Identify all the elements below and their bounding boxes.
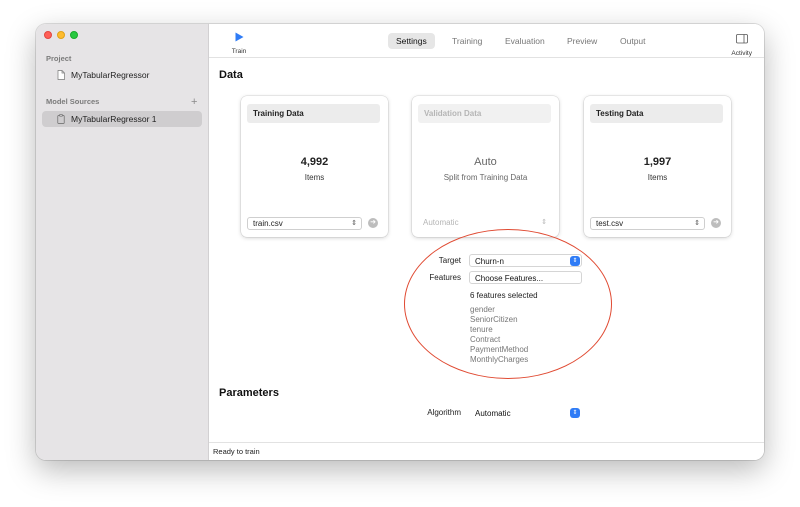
play-icon [235,32,244,42]
selected-option: Automatic [423,218,459,227]
model-sources-header: Model Sources [46,97,100,106]
train-label: Train [231,48,247,55]
project-header: Project [46,54,72,63]
feature-item: SeniorCitizen [470,315,518,324]
add-source-button[interactable]: + [191,96,197,108]
card-title: Testing Data [590,104,723,123]
chevron-updown-icon: ⇕ [351,220,357,227]
tab-training[interactable]: Training [444,33,490,49]
card-title: Validation Data [418,104,551,123]
arrow-right-circle-icon[interactable]: ➜ [368,218,378,228]
algorithm-value: Automatic [475,409,511,418]
features-selected-count: 6 features selected [470,291,538,300]
clipboard-icon [57,114,65,124]
item-unit: Items [647,173,668,182]
item-count: 4,992 [300,156,329,168]
sidebar-item-source[interactable]: MyTabularRegressor 1 [42,111,202,127]
testing-file-select[interactable]: test.csv ⇕ [590,217,705,230]
main-panel: Train Settings Training Evaluation Previ… [209,24,764,460]
split-description: Split from Training Data [443,173,528,182]
sidebar-item-label: MyTabularRegressor 1 [71,114,157,124]
document-icon [57,70,65,80]
features-label: Features [429,273,461,282]
split-mode: Auto [474,156,497,168]
sidebar: Project MyTabularRegressor Model Sources… [36,24,209,460]
sidebar-item-project[interactable]: MyTabularRegressor [42,67,202,83]
card-title: Training Data [247,104,380,123]
choose-features-button[interactable]: Choose Features... [469,271,582,284]
validation-select: Automatic ⇕ [418,217,551,230]
tab-preview[interactable]: Preview [559,33,605,49]
feature-item: tenure [470,325,493,334]
tab-evaluation[interactable]: Evaluation [497,33,553,49]
train-button[interactable]: Train [227,29,251,55]
target-label: Target [438,256,461,265]
feature-item: PaymentMethod [470,345,529,354]
training-data-card: Training Data 4,992 Items train.csv ⇕ ➜ [241,96,388,237]
feature-item: MonthlyCharges [470,355,529,364]
chevron-updown-icon: ⇕ [541,219,547,226]
arrow-right-circle-icon[interactable]: ➜ [711,218,721,228]
selected-file: train.csv [253,219,283,228]
target-select[interactable]: Churn-n ⇕ [469,254,582,267]
feature-item: Contract [470,335,501,344]
activity-icon [735,34,748,44]
training-file-select[interactable]: train.csv ⇕ [247,217,362,230]
minimize-window-button[interactable] [57,31,65,39]
chevron-updown-icon: ⇕ [694,220,700,227]
item-unit: Items [304,173,325,182]
toolbar: Train Settings Training Evaluation Previ… [209,24,764,58]
validation-data-card: Validation Data Auto Split from Training… [412,96,559,237]
testing-data-card: Testing Data 1,997 Items test.csv ⇕ ➜ [584,96,731,237]
parameters-section-title: Parameters [219,387,279,399]
tab-output[interactable]: Output [612,33,654,49]
zoom-window-button[interactable] [70,31,78,39]
status-bar: Ready to train [209,442,764,460]
activity-label: Activity [731,50,752,57]
activity-button[interactable]: Activity [731,31,752,57]
tab-settings[interactable]: Settings [388,33,435,49]
algorithm-label: Algorithm [427,408,461,417]
chevron-updown-icon: ⇕ [570,256,580,266]
chevron-updown-icon: ⇕ [570,408,580,418]
choose-features-label: Choose Features... [475,274,544,283]
window-controls [44,31,78,39]
sidebar-item-label: MyTabularRegressor [71,70,150,80]
target-value: Churn-n [475,257,504,266]
item-count: 1,997 [643,156,672,168]
app-window: Project MyTabularRegressor Model Sources… [36,24,764,460]
data-section-title: Data [219,69,243,81]
selected-file: test.csv [596,219,624,228]
feature-item: gender [470,305,495,314]
algorithm-select[interactable]: Automatic ⇕ [469,406,582,419]
close-window-button[interactable] [44,31,52,39]
